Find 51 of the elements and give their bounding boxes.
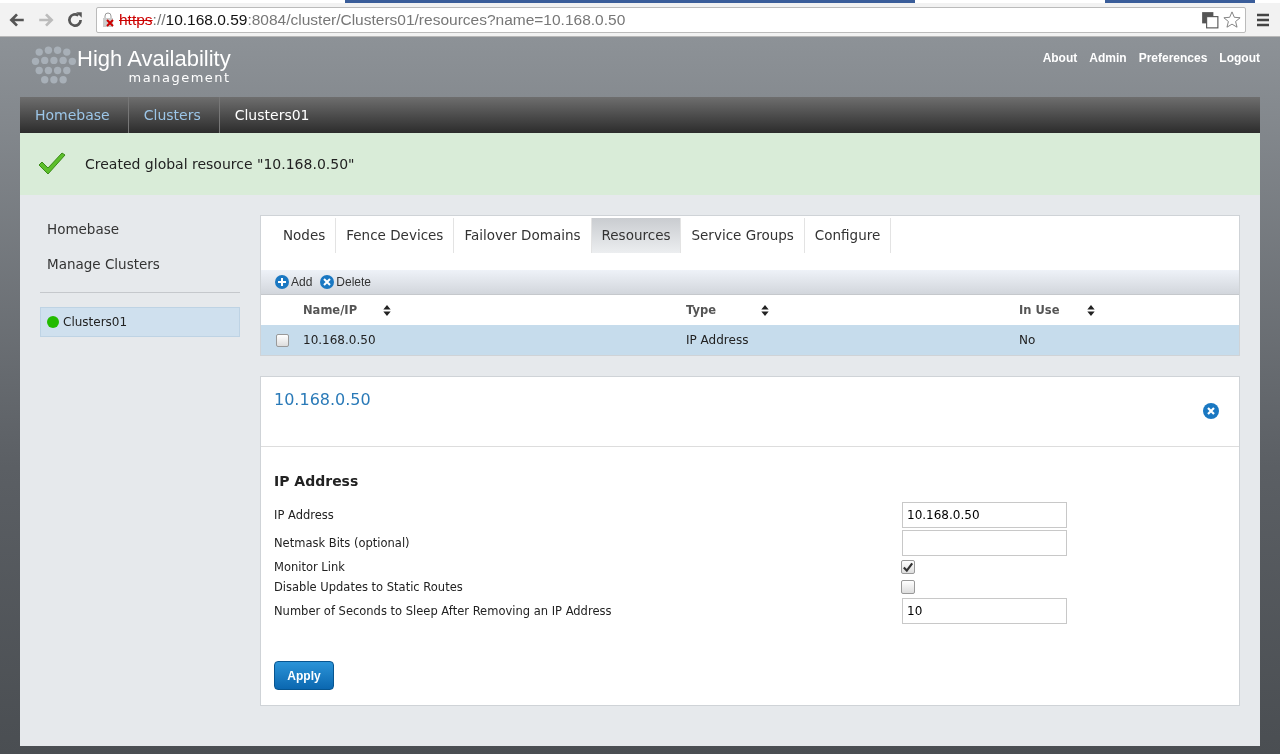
checkbox[interactable] [901,580,915,594]
tab[interactable]: Nodes [273,218,337,253]
tab[interactable]: Configure [804,218,892,253]
reload-icon[interactable] [66,10,84,29]
cluster-name: Clusters01 [63,315,128,329]
cluster-item[interactable]: Clusters01 [40,307,240,337]
checkbox[interactable] [901,560,915,574]
sort-icon[interactable] [1087,304,1096,316]
input-field[interactable] [902,530,1067,556]
column-header[interactable]: Type [686,303,716,317]
sort-icon[interactable] [383,304,392,316]
field-label: IP Address [274,508,334,522]
column-header[interactable]: In Use [1019,303,1060,317]
column-header[interactable]: Name/IP [303,303,358,317]
breadcrumb-item[interactable]: Clusters01 [219,97,328,133]
tab[interactable]: Service Groups [681,218,805,253]
sidebar-link[interactable]: Manage Clusters [40,250,240,285]
field-label: Disable Updates to Static Routes [274,580,463,594]
table-row[interactable]: 10.168.0.50 IP Address No [261,325,1239,355]
table-cell: IP Address [686,333,749,347]
translate-icon[interactable] [1201,10,1219,29]
logo-dots-icon [30,44,76,86]
broken-lock-icon [101,11,117,28]
x-icon [320,275,335,289]
table-cell: No [1019,333,1036,347]
field-label: Netmask Bits (optional) [274,536,410,550]
sort-icon[interactable] [761,304,769,316]
input-field[interactable]: 10 [902,598,1067,624]
resource-title: 10.168.0.50 [274,390,371,409]
table-cell: 10.168.0.50 [303,333,376,347]
section-heading: IP Address [274,473,360,489]
field-label: Number of Seconds to Sleep After Removing an IP Address [274,604,612,618]
toolbar-button[interactable]: Add [275,275,313,289]
star-icon[interactable] [1223,10,1241,29]
toolbar-button[interactable]: Delete [320,275,372,289]
row-checkbox[interactable] [275,333,289,347]
logo-subtitle: management [128,71,231,84]
tab[interactable]: Resources [591,218,682,253]
field-label: Monitor Link [274,560,345,574]
tab[interactable]: Fence Devices [336,218,455,253]
input-field[interactable]: 10.168.0.50 [902,502,1067,528]
close-icon[interactable] [1203,403,1219,419]
plus-icon [275,275,289,289]
sidebar-link[interactable]: Homebase [40,215,240,250]
menu-icon[interactable] [1256,12,1270,27]
checkmark-icon [37,152,67,176]
address-bar[interactable]: https://10.168.0.59:8084/cluster/Clusters01/resources?name=10.168.0.50 [96,6,1246,33]
success-message: Created global resource "10.168.0.50" [85,156,355,172]
apply-button[interactable]: Apply [274,661,334,690]
tab[interactable]: Failover Domains [454,218,592,253]
logo-title: High Availability [77,47,231,71]
